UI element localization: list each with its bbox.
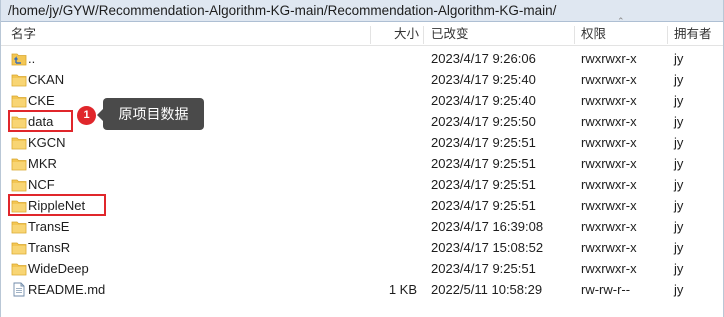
file-name: RippleNet [28,198,86,213]
file-modified: 2023/4/17 9:25:51 [431,261,536,276]
folder-icon [11,72,27,87]
file-name: CKE [28,93,55,108]
file-owner: jy [674,177,684,192]
file-name: .. [28,51,36,66]
folder-icon [11,177,27,192]
parent-folder-icon [11,51,27,66]
file-size [371,48,417,69]
file-name: README.md [28,282,106,297]
file-modified: 2023/4/17 16:39:08 [431,219,544,234]
file-owner: jy [674,114,684,129]
file-name: TransE [28,219,70,234]
file-modified: 2023/4/17 9:25:51 [431,156,536,171]
column-name-header[interactable]: 名字 [11,24,36,45]
file-size: 1 KB [388,282,417,297]
file-size [371,258,417,279]
file-permissions: rwxrwxr-x [581,72,637,87]
file-owner: jy [674,51,684,66]
folder-icon [11,135,27,150]
file-modified: 2023/4/17 9:25:51 [431,198,536,213]
file-owner: jy [674,135,684,150]
column-header: 名字 大小 已改变 权限 拥有者 [1,24,723,46]
folder-icon [11,198,27,213]
file-row[interactable]: MKR 2023/4/17 9:25:51 rwxrwxr-x jy [1,153,723,174]
file-owner: jy [674,156,684,171]
file-name: data [28,114,54,129]
file-name: CKAN [28,72,65,87]
file-modified: 2023/4/17 9:25:40 [431,93,536,108]
column-modified-header[interactable]: 已改变 [431,24,469,45]
file-owner: jy [674,261,684,276]
file-size [371,195,417,216]
file-permissions: rwxrwxr-x [581,219,637,234]
file-size [371,237,417,258]
file-modified: 2023/4/17 9:25:50 [431,114,536,129]
column-size-header[interactable]: 大小 [371,24,419,45]
file-size [371,69,417,90]
file-owner: jy [674,240,684,255]
column-divider[interactable] [667,26,668,44]
file-permissions: rwxrwxr-x [581,135,637,150]
column-divider[interactable] [574,26,575,44]
file-size [371,174,417,195]
file-name: NCF [28,177,55,192]
file-modified: 2022/5/11 10:58:29 [431,282,543,297]
file-name: MKR [28,156,57,171]
file-row[interactable]: KGCN 2023/4/17 9:25:51 rwxrwxr-x jy [1,132,723,153]
file-permissions: rwxrwxr-x [581,93,637,108]
file-owner: jy [674,198,684,213]
file-modified: 2023/4/17 15:08:52 [431,240,544,255]
document-icon [11,282,27,297]
sort-indicator-icon: ⌃ [617,16,625,26]
file-row[interactable]: NCF 2023/4/17 9:25:51 rwxrwxr-x jy [1,174,723,195]
file-modified: 2023/4/17 9:26:06 [431,51,536,66]
file-row[interactable]: CKAN 2023/4/17 9:25:40 rwxrwxr-x jy [1,69,723,90]
file-permissions: rwxrwxr-x [581,261,637,276]
file-modified: 2023/4/17 9:25:40 [431,72,536,87]
file-modified: 2023/4/17 9:25:51 [431,177,536,192]
file-row[interactable]: TransR 2023/4/17 15:08:52 rwxrwxr-x jy [1,237,723,258]
file-permissions: rwxrwxr-x [581,51,637,66]
file-row[interactable]: TransE 2023/4/17 16:39:08 rwxrwxr-x jy [1,216,723,237]
file-owner: jy [674,219,684,234]
file-row[interactable]: RippleNet 2023/4/17 9:25:51 rwxrwxr-x jy [1,195,723,216]
file-name: WideDeep [28,261,89,276]
file-permissions: rw-rw-r-- [581,282,631,297]
file-size [371,111,417,132]
folder-icon [11,114,27,129]
column-permissions-header[interactable]: 权限 [581,24,606,45]
file-permissions: rwxrwxr-x [581,240,637,255]
annotation-tooltip: 原项目数据 [103,98,204,130]
file-owner: jy [674,93,684,108]
file-row[interactable]: WideDeep 2023/4/17 9:25:51 rwxrwxr-x jy [1,258,723,279]
folder-icon [11,156,27,171]
file-owner: jy [674,282,684,297]
annotation-badge: 1 [77,106,96,125]
file-permissions: rwxrwxr-x [581,198,637,213]
folder-icon [11,261,27,276]
file-size [371,90,417,111]
file-permissions: rwxrwxr-x [581,156,637,171]
file-manager-window: /home/jy/GYW/Recommendation-Algorithm-KG… [0,0,724,317]
column-divider[interactable] [423,26,424,44]
folder-icon [11,93,27,108]
file-permissions: rwxrwxr-x [581,114,637,129]
folder-icon [11,240,27,255]
file-size [371,132,417,153]
file-name: TransR [28,240,71,255]
file-row[interactable]: .. 2023/4/17 9:26:06 rwxrwxr-x jy [1,48,723,69]
folder-icon [11,219,27,234]
file-name: KGCN [28,135,66,150]
file-permissions: rwxrwxr-x [581,177,637,192]
file-modified: 2023/4/17 9:25:51 [431,135,536,150]
path-bar[interactable]: /home/jy/GYW/Recommendation-Algorithm-KG… [1,0,723,22]
column-owner-header[interactable]: 拥有者 [674,24,712,45]
file-size [371,216,417,237]
file-owner: jy [674,72,684,87]
file-row[interactable]: README.md 1 KB 2022/5/11 10:58:29 rw-rw-r--… [1,279,723,300]
file-size [371,153,417,174]
